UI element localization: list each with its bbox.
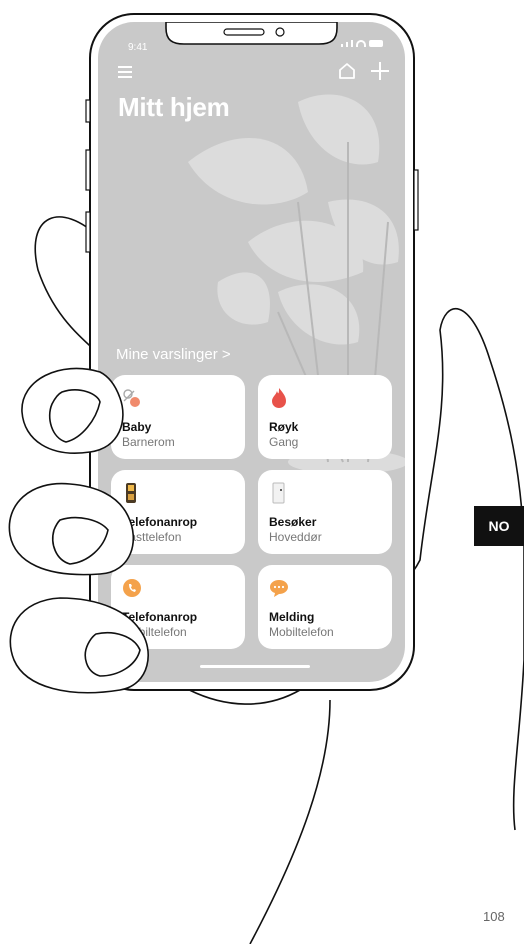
notification-card-smoke[interactable]: Røyk Gang [258,375,392,459]
notification-card-baby[interactable]: Baby Barnerom [111,375,245,459]
card-title: Røyk [269,420,299,434]
pacifier-icon [123,389,140,407]
page-number: 108 [483,909,505,924]
phone-screen: 9:41 Mitt hjem Mine varslinger > Baby Ba… [98,22,405,682]
phone-call-icon [123,579,141,597]
battery-icon [369,40,383,47]
notification-card-landline[interactable]: Telefonanrop Fasttelefon [111,470,245,554]
door-icon [272,482,285,504]
signal-icon [341,44,343,47]
card-subtitle: Hoveddør [269,530,322,544]
notification-card-message[interactable]: Melding Mobiltelefon [258,565,392,649]
card-subtitle: Mobiltelefon [122,625,187,639]
card-title: Telefonanrop [122,610,198,624]
language-tab: NO [474,506,524,546]
card-subtitle: Fasttelefon [122,530,182,544]
plus-icon[interactable] [371,62,389,80]
card-subtitle: Gang [269,435,299,449]
status-time: 9:41 [128,42,148,53]
menu-icon[interactable] [118,66,132,78]
notification-card-mobile-call[interactable]: Telefonanrop Mobiltelefon [111,565,245,649]
card-title: Telefonanrop [122,515,198,529]
card-subtitle: Mobiltelefon [269,625,334,639]
chat-bubble-icon [270,580,288,597]
card-title: Besøker [269,515,317,529]
card-subtitle: Barnerom [122,435,175,449]
card-title: Melding [269,610,315,624]
home-indicator[interactable] [200,665,310,668]
home-icon[interactable] [338,62,356,80]
page-title: Mitt hjem [118,92,230,122]
notification-card-visitor[interactable]: Besøker Hoveddør [258,470,392,554]
wifi-icon [356,40,366,47]
notifications-link[interactable]: Mine varslinger > [116,346,231,363]
landline-phone-icon [126,483,136,503]
card-title: Baby [122,420,152,434]
status-indicators [341,40,383,47]
flame-icon [272,388,286,408]
